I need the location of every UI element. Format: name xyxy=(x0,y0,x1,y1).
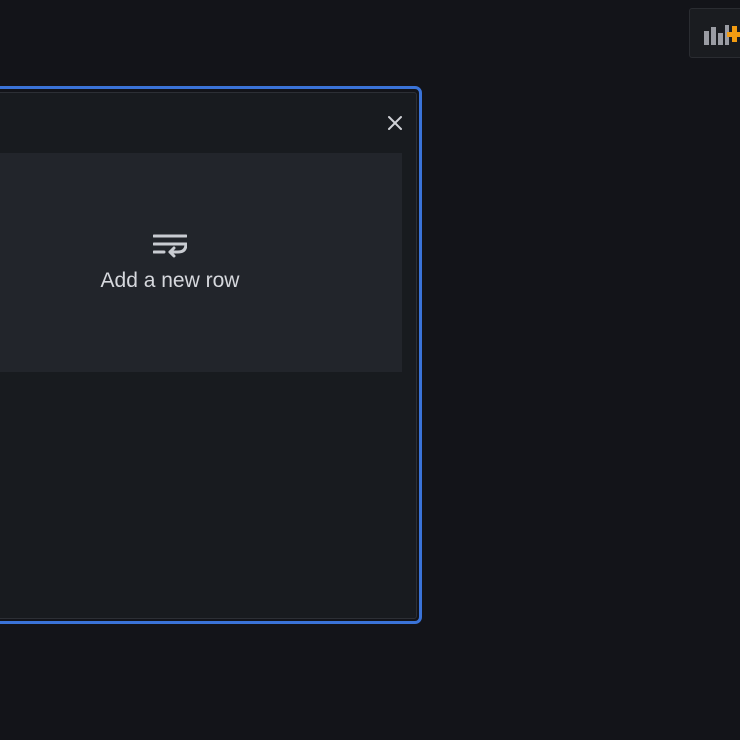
add-row-label: Add a new row xyxy=(100,269,240,292)
add-panel-button[interactable] xyxy=(689,8,740,58)
add-panel-icon xyxy=(704,25,740,45)
close-button[interactable] xyxy=(384,112,406,134)
add-row-card[interactable] xyxy=(0,153,402,372)
close-icon xyxy=(388,116,402,130)
text-wrap-icon xyxy=(153,234,187,258)
dashboard-canvas: Add a new row xyxy=(0,0,740,740)
